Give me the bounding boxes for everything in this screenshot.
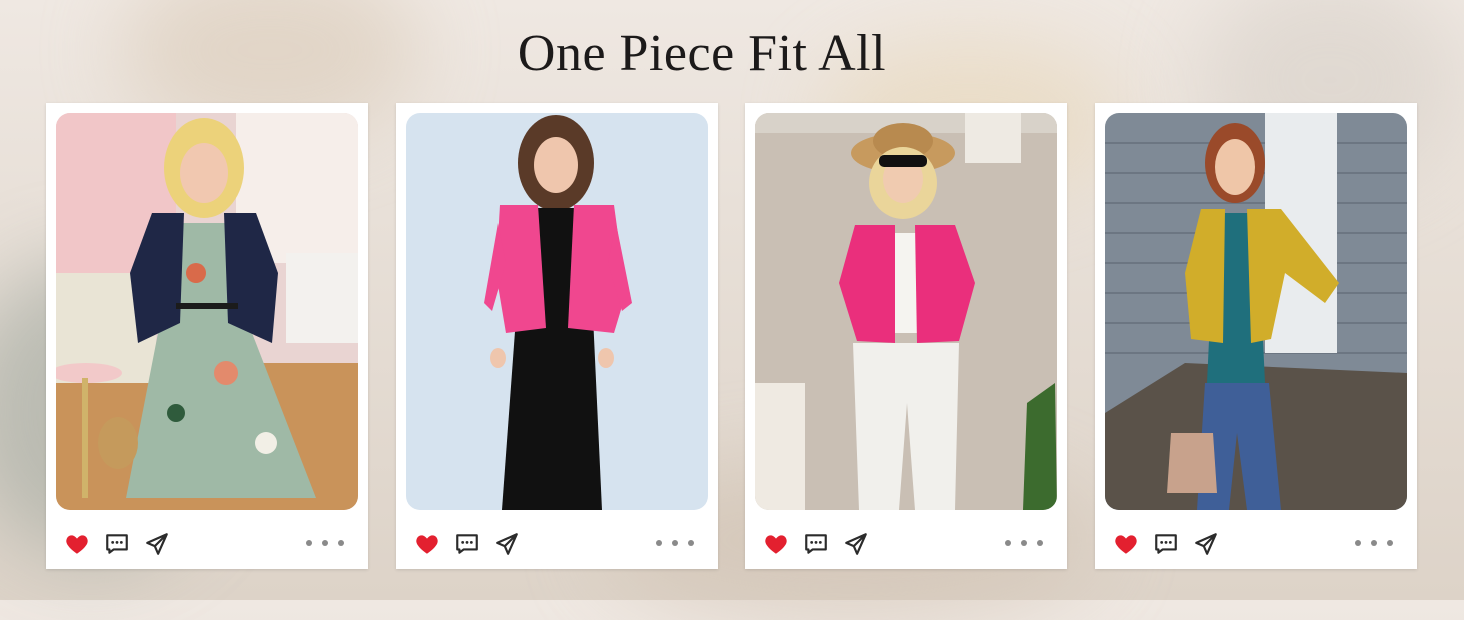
more-icon[interactable]: [306, 535, 344, 551]
post-actions: [745, 525, 1067, 561]
post-card-1[interactable]: [46, 103, 368, 569]
model-photo-yellow-cardigan: [1105, 113, 1407, 510]
more-icon[interactable]: [1355, 535, 1393, 551]
product-photo[interactable]: [1105, 113, 1407, 510]
more-icon[interactable]: [1005, 535, 1043, 551]
model-photo-pink-cardigan-white-jeans: [755, 113, 1057, 510]
post-card-4[interactable]: [1095, 103, 1417, 569]
share-icon[interactable]: [144, 531, 170, 557]
page-title: One Piece Fit All: [517, 25, 887, 82]
share-icon[interactable]: [843, 531, 869, 557]
product-photo[interactable]: [755, 113, 1057, 510]
share-icon[interactable]: [1193, 531, 1219, 557]
comment-icon[interactable]: [454, 531, 480, 557]
comment-icon[interactable]: [1153, 531, 1179, 557]
comment-icon[interactable]: [104, 531, 130, 557]
model-photo-pink-cardigan-black-dress: [406, 113, 708, 510]
heart-icon[interactable]: [763, 531, 789, 557]
post-card-2[interactable]: [396, 103, 718, 569]
more-icon[interactable]: [656, 535, 694, 551]
post-card-3[interactable]: [745, 103, 1067, 569]
post-actions: [1095, 525, 1417, 561]
comment-icon[interactable]: [803, 531, 829, 557]
post-actions: [46, 525, 368, 561]
heart-icon[interactable]: [1113, 531, 1139, 557]
product-photo[interactable]: [56, 113, 358, 510]
heart-icon[interactable]: [64, 531, 90, 557]
heart-icon[interactable]: [414, 531, 440, 557]
product-photo[interactable]: [406, 113, 708, 510]
post-actions: [396, 525, 718, 561]
model-photo-navy-cardigan: [56, 113, 358, 510]
share-icon[interactable]: [494, 531, 520, 557]
